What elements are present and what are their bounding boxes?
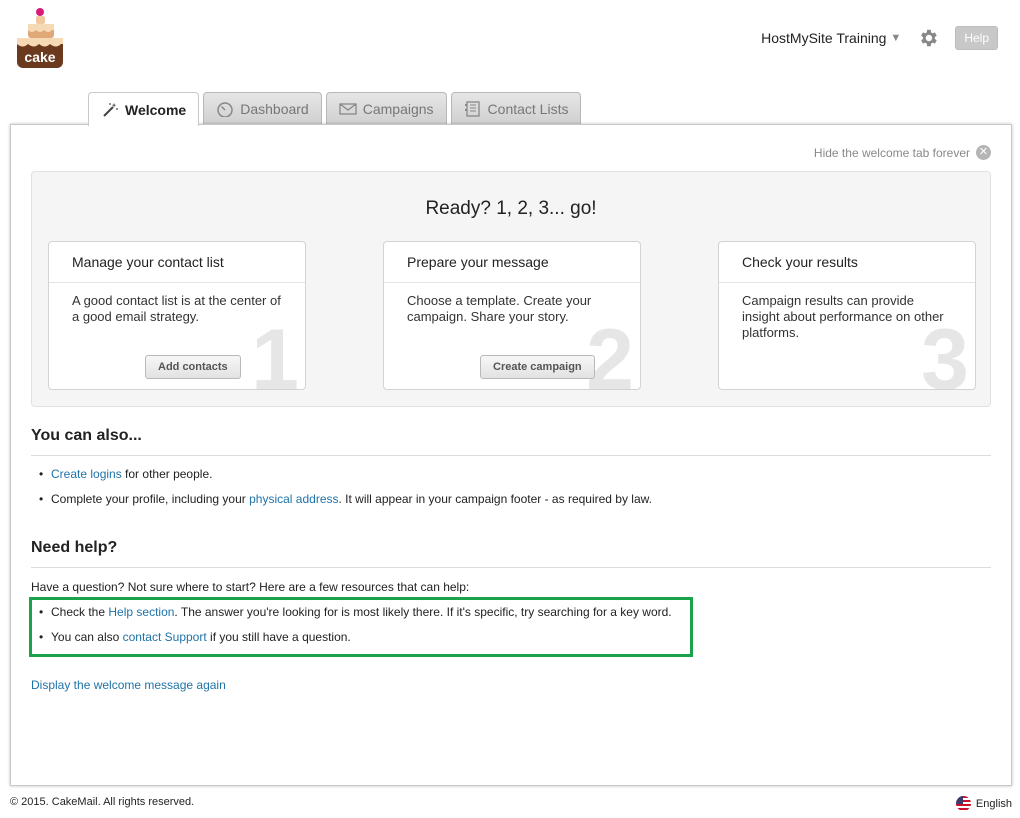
contact-support-link[interactable]: contact Support [123, 630, 207, 644]
ready-title: Ready? 1, 2, 3... go! [425, 198, 597, 219]
section-divider [31, 455, 991, 456]
card-title: Manage your contact list [49, 242, 305, 283]
help-section-link[interactable]: Help section [108, 605, 174, 619]
magic-wand-icon [101, 102, 119, 118]
tab-dashboard[interactable]: Dashboard [203, 92, 322, 125]
card-title: Prepare your message [384, 242, 640, 283]
list-item: Check the Help section. The answer you'r… [39, 600, 672, 625]
copyright-text: © 2015. CakeMail. All rights reserved. [10, 796, 195, 808]
list-item: You can also contact Support if you stil… [39, 625, 672, 650]
card-title: Check your results [719, 242, 975, 283]
help-resources-list: Check the Help section. The answer you'r… [39, 600, 672, 650]
address-book-icon [464, 101, 482, 117]
step-card-message: Prepare your message Choose a template. … [383, 241, 641, 390]
add-contacts-button[interactable]: Add contacts [145, 355, 241, 379]
gear-icon[interactable] [917, 27, 939, 49]
card-body: Choose a template. Create your campaign.… [407, 293, 592, 324]
step-card-results: Check your results Campaign results can … [718, 241, 976, 390]
getting-started-box: Ready? 1, 2, 3... go! Manage your contac… [31, 171, 991, 407]
welcome-panel: Hide the welcome tab forever ✕ Ready? 1,… [10, 124, 1012, 786]
language-label: English [975, 797, 1012, 810]
account-name: HostMySite Training [761, 30, 887, 46]
step-card-contacts: Manage your contact list A good contact … [48, 241, 306, 390]
tab-label: Welcome [125, 101, 187, 118]
need-help-title: Need help? [31, 539, 118, 556]
cake-logo[interactable]: cake [14, 6, 66, 72]
main-tabs: Welcome Dashboard Campaigns Contact List… [88, 92, 582, 126]
create-logins-link[interactable]: Create logins [51, 467, 122, 481]
you-can-also-title: You can also... [31, 427, 142, 444]
tab-label: Campaigns [362, 101, 434, 117]
tab-welcome[interactable]: Welcome [88, 92, 200, 126]
close-icon[interactable]: ✕ [976, 145, 991, 160]
language-selector[interactable]: English [955, 796, 1012, 811]
hide-welcome-label: Hide the welcome tab forever [813, 145, 970, 160]
card-body: Campaign results can provide insight abo… [742, 293, 944, 340]
gauge-icon [216, 101, 234, 118]
you-can-also-list: Create logins for other people. Complete… [39, 462, 652, 512]
display-welcome-again-link[interactable]: Display the welcome message again [31, 678, 226, 692]
tab-label: Contact Lists [487, 101, 569, 117]
help-intro: Have a question? Not sure where to start… [31, 580, 470, 594]
chevron-down-icon: ▼ [890, 32, 902, 44]
tab-campaigns[interactable]: Campaigns [325, 92, 447, 125]
list-item: Complete your profile, including your ph… [39, 487, 652, 512]
create-campaign-button[interactable]: Create campaign [480, 355, 595, 379]
logo-text: cake [24, 49, 55, 65]
list-item: Create logins for other people. [39, 462, 652, 487]
section-divider [31, 567, 991, 568]
tab-label: Dashboard [240, 101, 309, 117]
physical-address-link[interactable]: physical address [249, 492, 338, 506]
help-button[interactable]: Help [955, 26, 998, 50]
tab-contact-lists[interactable]: Contact Lists [450, 92, 582, 125]
envelope-icon [339, 101, 357, 117]
card-body: A good contact list is at the center of … [72, 293, 281, 324]
us-flag-icon [955, 796, 971, 811]
account-menu[interactable]: HostMySite Training ▼ [761, 30, 901, 46]
hide-welcome-tab-link[interactable]: Hide the welcome tab forever ✕ [814, 145, 991, 160]
